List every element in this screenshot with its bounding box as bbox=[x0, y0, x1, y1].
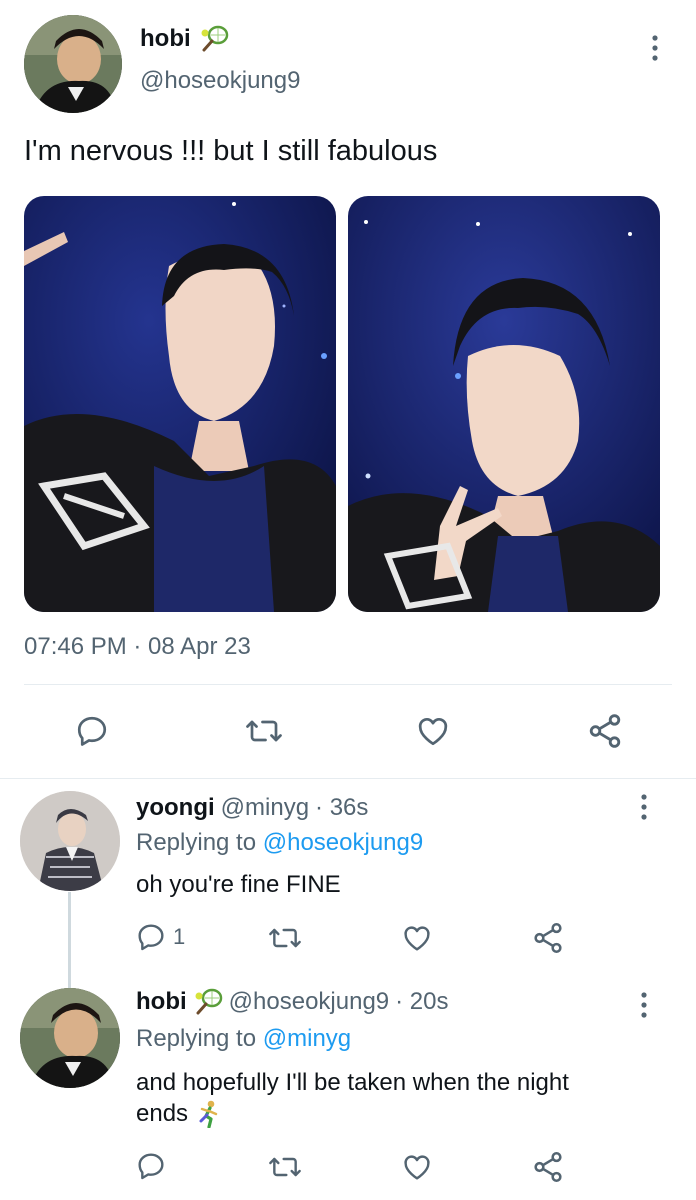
reply-text: and hopefully I'll be taken when the nig… bbox=[136, 1067, 676, 1129]
running-person-icon bbox=[199, 1100, 218, 1128]
retweet-button[interactable] bbox=[267, 1151, 303, 1183]
reply-text: oh you're fine FINE bbox=[136, 871, 341, 898]
retweet-button[interactable] bbox=[267, 922, 303, 954]
author-handle[interactable]: @hoseokjung9 bbox=[140, 67, 300, 95]
tweet-photo-1[interactable] bbox=[24, 196, 336, 612]
divider bbox=[24, 684, 672, 685]
display-name[interactable]: hobi bbox=[140, 25, 191, 53]
share-icon bbox=[589, 714, 621, 748]
share-icon bbox=[534, 922, 562, 954]
avatar[interactable] bbox=[20, 988, 120, 1088]
reply-time: · 36s bbox=[315, 794, 369, 821]
author-handle[interactable]: @minyg bbox=[221, 794, 309, 822]
reply-icon bbox=[138, 1153, 164, 1180]
replying-to-label: Replying to bbox=[136, 829, 257, 856]
author-handle[interactable]: @hoseokjung9 bbox=[229, 988, 389, 1016]
share-button[interactable] bbox=[531, 1150, 565, 1184]
tweet-photo-2[interactable] bbox=[348, 196, 660, 612]
avatar-photo bbox=[24, 15, 122, 113]
display-name[interactable]: yoongi bbox=[136, 794, 215, 822]
share-button[interactable] bbox=[586, 712, 624, 750]
tweet-text: I'm nervous !!! but I still fabulous bbox=[24, 135, 438, 167]
replying-to: Replying to @minyg bbox=[136, 1025, 351, 1053]
retweet-icon bbox=[269, 1157, 301, 1177]
reply-text-line: and hopefully I'll be taken when the nig… bbox=[136, 1069, 569, 1096]
retweet-icon bbox=[269, 928, 301, 948]
author-name-row: hobi bbox=[140, 25, 229, 53]
retweet-icon bbox=[246, 720, 282, 742]
replying-to-label: Replying to bbox=[136, 1025, 257, 1052]
retweet-button[interactable] bbox=[244, 713, 284, 749]
reply-icon bbox=[138, 924, 164, 951]
reply-button[interactable]: 1 bbox=[135, 921, 185, 953]
replying-to-handle[interactable]: @hoseokjung9 bbox=[263, 829, 423, 856]
reply-button[interactable] bbox=[74, 713, 110, 749]
share-button[interactable] bbox=[531, 921, 565, 955]
tennis-racket-icon bbox=[195, 988, 222, 1015]
reply-icon bbox=[77, 716, 107, 746]
replying-to-handle[interactable]: @minyg bbox=[263, 1025, 351, 1052]
heart-icon bbox=[418, 718, 448, 746]
replying-to: Replying to @hoseokjung9 bbox=[136, 829, 423, 857]
thread-connector-line bbox=[68, 892, 71, 988]
reply-header: hobi @hoseokjung9 · 20s bbox=[136, 988, 449, 1016]
reply-header: yoongi @minyg · 36s bbox=[136, 794, 368, 822]
avatar-photo bbox=[20, 791, 120, 891]
avatar-photo bbox=[20, 988, 120, 1088]
tweet-timestamp: 07:46 PM · 08 Apr 23 bbox=[24, 633, 251, 660]
tennis-racket-icon bbox=[201, 25, 228, 52]
divider bbox=[0, 778, 696, 779]
more-options-icon[interactable] bbox=[632, 787, 656, 827]
heart-icon bbox=[404, 1155, 430, 1180]
reply-text-word: ends bbox=[136, 1100, 189, 1127]
display-name[interactable]: hobi bbox=[136, 988, 187, 1016]
avatar[interactable] bbox=[20, 791, 120, 891]
like-button[interactable] bbox=[414, 713, 452, 749]
like-button[interactable] bbox=[400, 922, 434, 954]
reply-text-line: ends bbox=[136, 1098, 676, 1129]
more-options-icon[interactable] bbox=[643, 28, 667, 68]
like-button[interactable] bbox=[400, 1151, 434, 1183]
heart-icon bbox=[404, 926, 430, 951]
more-options-icon[interactable] bbox=[632, 985, 656, 1025]
reply-count: 1 bbox=[173, 924, 186, 949]
reply-button[interactable] bbox=[135, 1150, 167, 1182]
avatar[interactable] bbox=[24, 15, 122, 113]
share-icon bbox=[534, 1151, 562, 1183]
reply-time: · 20s bbox=[395, 988, 449, 1015]
